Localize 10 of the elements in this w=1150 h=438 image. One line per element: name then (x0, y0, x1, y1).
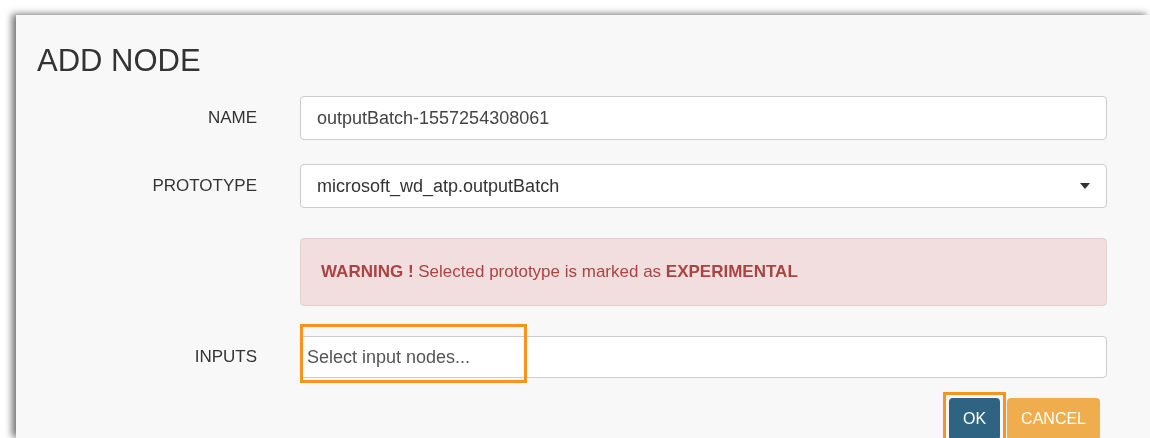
dialog-title: ADD NODE (37, 43, 202, 79)
warning-alert: WARNING ! Selected prototype is marked as EXPERIMENTAL (300, 238, 1107, 306)
caret-icon (1080, 183, 1090, 189)
input-field[interactable]: outputBatch-1557254308061 (300, 96, 1107, 140)
prototype-select[interactable]: microsoft_wd_atp.outputBatch (300, 164, 1107, 208)
field-label: PROTOTYPE (152, 176, 257, 196)
input-field[interactable]: Select input nodes... (300, 336, 1107, 378)
field-label: INPUTS (194, 347, 257, 367)
ok-button[interactable]: OK (948, 398, 1001, 438)
field-label: NAME (207, 108, 257, 128)
